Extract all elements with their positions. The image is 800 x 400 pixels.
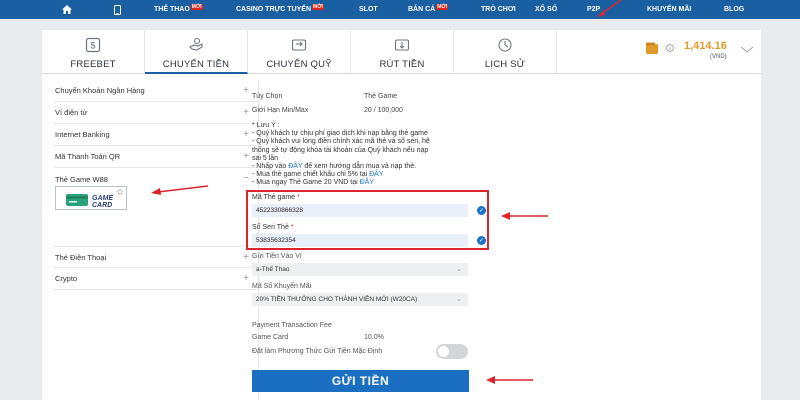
expand-icon: + xyxy=(243,273,249,284)
expand-icon: + xyxy=(243,151,249,162)
promo-select[interactable]: 20% TIỀN THƯỞNG CHO THÀNH VIÊN MỚI (W20C… xyxy=(252,293,468,306)
limit-value: 20 / 100,000 xyxy=(364,107,403,114)
nav-slot[interactable]: SLOT xyxy=(359,6,378,13)
limit-label: Giới Hạn Min/Max xyxy=(252,107,309,114)
game-card-option[interactable]: GAME CARD xyxy=(55,186,127,210)
new-badge: MỚI xyxy=(190,4,203,10)
tab-transfer-money[interactable]: CHUYỂN TIỀN xyxy=(145,30,248,74)
sidebar-item-e-wallet[interactable]: Ví điện tử + xyxy=(54,102,259,124)
new-badge: MỚI xyxy=(312,4,324,10)
history-icon xyxy=(498,38,512,52)
note-line: thống sẽ tự động khóa tài khoản của Quý … xyxy=(252,146,429,154)
annotation-arrow xyxy=(486,376,533,384)
chevron-down-icon[interactable] xyxy=(740,46,754,54)
tab-withdraw[interactable]: RÚT TIỀN xyxy=(351,30,454,74)
nav-games[interactable]: TRÒ CHƠI xyxy=(481,6,516,13)
hand-money-icon xyxy=(189,37,203,51)
card-code-label: Mã Thẻ game * xyxy=(252,194,300,201)
expand-icon: + xyxy=(243,85,249,96)
expand-icon: + xyxy=(243,107,249,118)
annotation-arrow xyxy=(501,212,548,220)
tab-transfer-fund[interactable]: CHUYỂN QUỸ xyxy=(248,30,351,74)
check-icon: ✓ xyxy=(477,206,486,215)
new-badge: MỚI xyxy=(436,4,449,10)
nav-casino[interactable]: CASINO TRỰC TUYẾN MỚI xyxy=(236,4,324,13)
deposit-to-label: Gửi Tiền Vào Ví xyxy=(252,253,302,260)
nav-lottery[interactable]: XỔ SỐ xyxy=(535,6,557,13)
note-line: sai 5 lần xyxy=(252,154,279,162)
balance-amount: 1,414.16 xyxy=(684,40,727,52)
submit-deposit-button[interactable]: GỬI TIỀN xyxy=(252,370,469,392)
expand-icon: + xyxy=(243,252,249,263)
annotation-arrow xyxy=(597,0,622,17)
fee-method: Game Card xyxy=(252,334,289,341)
top-navigation: THỂ THAO MỚI CASINO TRỰC TUYẾN MỚI SLOT BẮ… xyxy=(0,0,800,19)
default-method-label: Đặt làm Phương Thức Gửi Tiền Mặc Định xyxy=(252,348,383,355)
chevron-down-icon: ⌄ xyxy=(456,266,462,273)
collapse-icon: − xyxy=(243,173,249,184)
check-icon: ✓ xyxy=(477,236,486,245)
buy-discount-link[interactable]: ĐÂY xyxy=(369,171,383,178)
svg-text:$: $ xyxy=(90,41,95,51)
nav-blog[interactable]: BLOG xyxy=(724,6,744,13)
serial-input[interactable]: 53835632354 xyxy=(252,234,468,247)
notes-section: * Lưu Ý : - Quý khách tự chịu phí giao d… xyxy=(252,122,477,188)
balance-display: 1,414.16 (VND) xyxy=(587,38,761,68)
card-code-input[interactable]: 4522330866328 xyxy=(252,204,468,217)
note-line: - Mua ngay Thẻ Game 20 VND tại ĐÂY xyxy=(252,179,375,187)
note-title: * Lưu Ý : xyxy=(252,122,280,129)
svg-text:GAME: GAME xyxy=(92,195,113,202)
deposit-to-select[interactable]: a-Thể Thao ⌄ xyxy=(252,263,468,276)
wallet-icon xyxy=(646,42,658,54)
chevron-down-icon: ⌄ xyxy=(456,296,462,303)
sidebar-item-internet-banking[interactable]: Internet Banking + xyxy=(54,124,259,146)
buy-now-link[interactable]: ĐÂY xyxy=(360,179,374,186)
expand-icon: + xyxy=(243,129,249,140)
tab-bar: $ FREEBET CHUYỂN TIỀN CHUYỂN QUỸ RÚT TIỀ… xyxy=(42,30,761,74)
toggle-knob xyxy=(438,346,449,357)
promo-label: Mã Số Khuyến Mãi xyxy=(252,283,312,290)
transfer-icon xyxy=(291,39,307,51)
option-value: Thẻ Game xyxy=(364,93,398,100)
guide-link[interactable]: ĐÂY xyxy=(288,163,302,170)
fee-title: Payment Transaction Fee xyxy=(252,322,332,329)
balance-unit: (VND) xyxy=(710,54,727,60)
option-label: Tùy Chọn xyxy=(252,93,283,100)
home-icon[interactable] xyxy=(58,5,76,14)
game-card-logo: GAME CARD xyxy=(66,188,124,209)
tab-history[interactable]: LỊCH SỬ xyxy=(454,30,557,74)
withdraw-icon xyxy=(394,39,410,51)
note-line: - Nhấp vào ĐÂY để xem hướng dẫn mua và n… xyxy=(252,163,417,171)
sidebar-item-phone-card[interactable]: Thẻ Điện Thoại + xyxy=(54,246,259,268)
sidebar-item-crypto[interactable]: Crypto + xyxy=(54,268,259,290)
default-method-toggle[interactable] xyxy=(436,344,468,359)
nav-sports[interactable]: THỂ THAO MỚI xyxy=(154,4,203,13)
mobile-icon[interactable] xyxy=(108,4,126,15)
info-icon[interactable] xyxy=(666,44,674,52)
payment-method-sidebar: Chuyển Khoản Ngân Hàng + Ví điện tử + Inte… xyxy=(54,80,259,400)
dollar-icon: $ xyxy=(85,37,101,53)
svg-text:CARD: CARD xyxy=(92,202,112,209)
tab-freebet[interactable]: $ FREEBET xyxy=(42,30,145,74)
nav-promotions[interactable]: KHUYẾN MÃI xyxy=(647,6,691,13)
nav-fishing[interactable]: BẮN CÁ MỚI xyxy=(408,4,449,13)
note-line: - Quý khách vui lòng điền chính xác mã t… xyxy=(252,138,430,146)
sidebar-item-qr-payment[interactable]: Mã Thanh Toán QR + xyxy=(54,146,259,168)
annotation-arrow xyxy=(151,185,209,195)
fee-value: 10.0% xyxy=(364,334,384,341)
serial-label: Số Seri Thẻ * xyxy=(252,224,294,231)
sidebar-item-bank-transfer[interactable]: Chuyển Khoản Ngân Hàng + xyxy=(54,80,259,102)
